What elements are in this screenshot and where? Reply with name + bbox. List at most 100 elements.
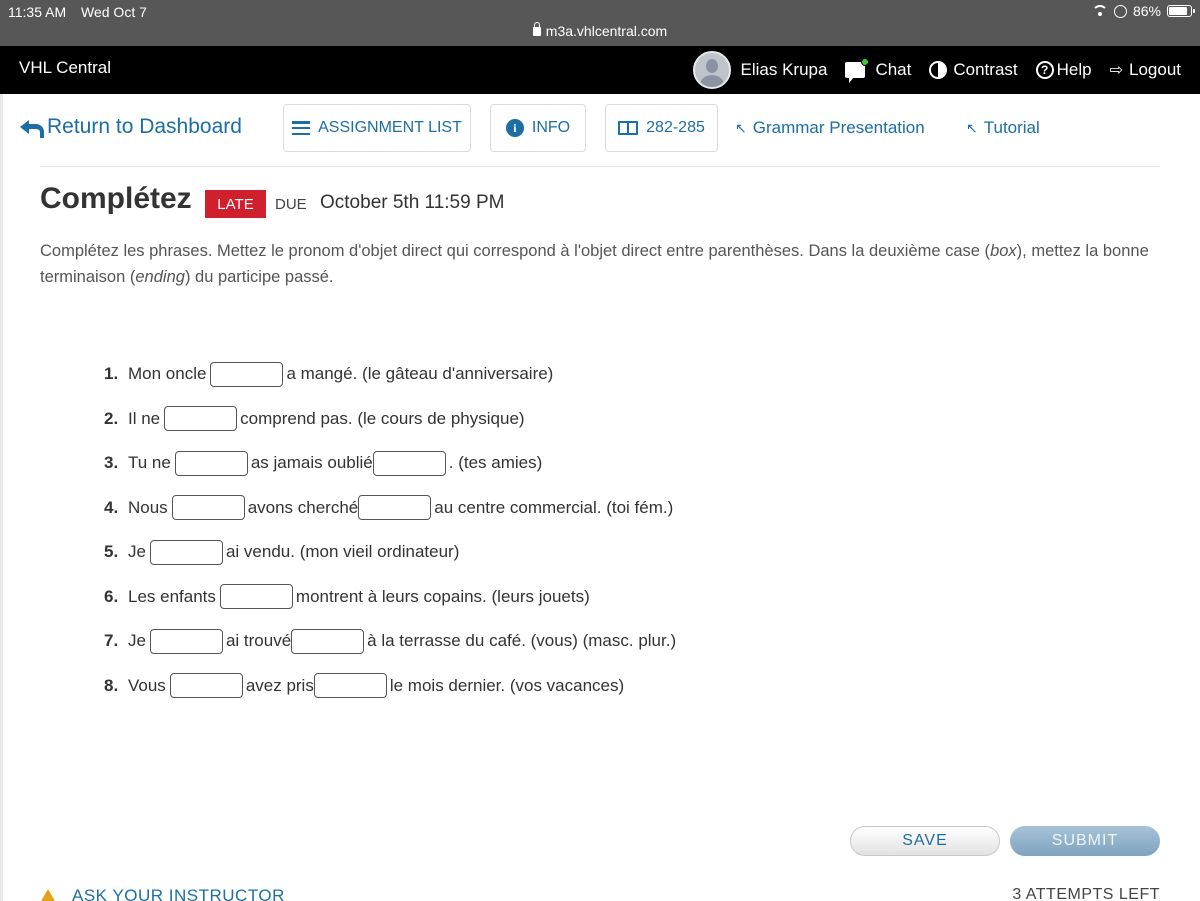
question-text: comprend pas. (le cours de physique)	[240, 408, 525, 428]
question-row: 7. Je ai trouvé à la terrasse du café. (…	[104, 619, 676, 664]
question-text: ai trouvé	[225, 631, 292, 651]
question-row: 2. Il ne comprend pas. (le cours de phys…	[104, 397, 676, 442]
question-row: 3. Tu ne as jamais oublié . (tes amies)	[104, 441, 676, 486]
answer-input[interactable]	[219, 584, 293, 610]
ending-input[interactable]	[313, 673, 387, 699]
ask-label: ASK YOUR INSTRUCTOR	[72, 886, 285, 901]
question-row: 1. Mon oncle a mangé. (le gâteau d'anniv…	[104, 352, 676, 397]
warning-icon	[40, 889, 56, 901]
question-number: 4.	[104, 497, 119, 517]
brand-logo[interactable]: VHL Central	[19, 58, 111, 78]
question-number: 2.	[104, 408, 119, 428]
question-text: Mon oncle	[128, 364, 207, 384]
question-text: Vous	[128, 675, 166, 695]
book-icon	[618, 121, 639, 135]
contrast-icon	[929, 61, 948, 79]
save-button[interactable]: SAVE	[850, 826, 1000, 856]
question-text: Je	[128, 542, 146, 562]
assignment-list-button[interactable]: ASSIGNMENT LIST	[283, 104, 471, 152]
external-arrow-icon: ↖	[735, 119, 747, 136]
question-number: 3.	[104, 453, 119, 473]
tutorial-link[interactable]: ↖ Tutorial	[966, 118, 1040, 138]
logout-button[interactable]: ⇨ Logout	[1110, 60, 1181, 80]
return-to-dashboard-link[interactable]: Return to Dashboard	[20, 115, 242, 139]
pages-label: 282-285	[646, 119, 705, 136]
question-row: 6. Les enfants montrent à leurs copains.…	[104, 575, 676, 620]
grammar-presentation-link[interactable]: ↖ Grammar Presentation	[735, 118, 925, 138]
user-menu[interactable]: Elias Krupa	[692, 51, 828, 89]
status-indicators: 86%	[1091, 3, 1195, 19]
question-text: avez pris	[245, 675, 314, 695]
question-text: le mois dernier. (vos vacances)	[389, 675, 625, 695]
device-status-bar: 11:35 AM Wed Oct 7 m3a.vhlcentral.com 86…	[0, 0, 1200, 46]
ending-input[interactable]	[372, 450, 446, 476]
help-label: Help	[1056, 60, 1092, 79]
answer-input[interactable]	[169, 673, 243, 699]
chat-label: Chat	[875, 60, 912, 79]
list-icon	[292, 121, 311, 135]
question-row: 4. Nous avons cherché au centre commerci…	[104, 486, 676, 531]
question-text: Je	[128, 631, 146, 651]
reply-arrow-icon	[20, 119, 44, 138]
external-arrow-icon: ↖	[966, 119, 978, 136]
tutorial-label: Tutorial	[983, 118, 1040, 137]
answer-input[interactable]	[149, 628, 223, 654]
url-text: m3a.vhlcentral.com	[545, 23, 668, 39]
chat-icon	[845, 58, 870, 83]
contrast-button[interactable]: Contrast	[929, 60, 1018, 80]
divider	[40, 166, 1160, 167]
question-text: Il ne	[128, 408, 161, 428]
question-text: Nous	[128, 497, 168, 517]
contrast-label: Contrast	[953, 60, 1018, 79]
instructions-text: ) du participe passé.	[184, 268, 334, 286]
battery-percent: 86%	[1132, 3, 1161, 19]
question-row: 8. Vous avez pris le mois dernier. (vos …	[104, 664, 676, 709]
question-number: 6.	[104, 586, 119, 606]
status-time: 11:35 AM	[8, 4, 67, 20]
attempts-remaining: 3 ATTEMPTS LEFT	[1012, 886, 1160, 901]
answer-input[interactable]	[174, 450, 248, 476]
user-name: Elias Krupa	[740, 60, 828, 79]
ending-input[interactable]	[358, 495, 432, 521]
answer-input[interactable]	[171, 495, 245, 521]
submit-button[interactable]: SUBMIT	[1010, 826, 1160, 856]
due-date: October 5th 11:59 PM	[320, 192, 505, 213]
battery-icon	[1167, 5, 1195, 17]
page-title: Complétez	[40, 182, 192, 215]
info-label: INFO	[531, 119, 571, 136]
question-text: as jamais oublié	[250, 453, 373, 473]
question-number: 7.	[104, 631, 119, 651]
question-text: . (tes amies)	[448, 453, 543, 473]
status-date: Wed Oct 7	[81, 4, 147, 20]
question-number: 8.	[104, 675, 119, 695]
chat-button[interactable]: Chat	[845, 58, 912, 83]
textbook-pages-button[interactable]: 282-285	[605, 104, 718, 152]
avatar	[692, 51, 731, 89]
question-row: 5. Je ai vendu. (mon vieil ordinateur)	[104, 530, 676, 575]
question-text: a mangé. (le gâteau d'anniversaire)	[286, 364, 554, 384]
logout-label: Logout	[1129, 60, 1181, 79]
grammar-label: Grammar Presentation	[752, 118, 925, 137]
answer-input[interactable]	[149, 539, 223, 565]
help-icon: ?	[1035, 61, 1054, 79]
address-bar[interactable]: m3a.vhlcentral.com	[0, 22, 1200, 39]
help-button[interactable]: ? Help	[1035, 60, 1092, 80]
ask-instructor-link[interactable]: ASK YOUR INSTRUCTOR	[40, 886, 285, 901]
instructions-text: Complétez les phrases. Mettez le pronom …	[40, 242, 991, 260]
info-icon: i	[505, 119, 524, 137]
question-number: 1.	[104, 364, 119, 384]
assignment-list-label: ASSIGNMENT LIST	[318, 119, 462, 136]
info-button[interactable]: i INFO	[490, 104, 586, 152]
question-text: Les enfants	[128, 586, 216, 606]
top-header: VHL Central Elias Krupa Chat Contrast ? …	[0, 46, 1200, 94]
question-text: avons cherché	[247, 497, 359, 517]
instructions-term: ending	[135, 268, 185, 286]
question-text: Tu ne	[128, 453, 171, 473]
lock-icon	[532, 22, 541, 36]
instructions-term: box	[990, 242, 1017, 260]
ending-input[interactable]	[291, 628, 365, 654]
question-text: à la terrasse du café. (vous) (masc. plu…	[367, 631, 677, 651]
answer-input[interactable]	[210, 361, 284, 387]
answer-input[interactable]	[164, 406, 238, 432]
return-label: Return to Dashboard	[47, 115, 242, 138]
